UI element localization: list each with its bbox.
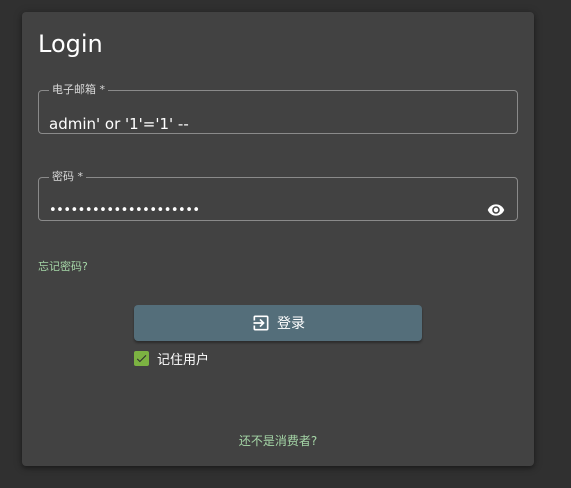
email-field[interactable] [49, 112, 469, 136]
remember-me-label: 记住用户 [157, 352, 210, 368]
login-button-label: 登录 [277, 316, 305, 332]
register-link[interactable]: 还不是消费者? [22, 432, 534, 449]
password-field-container: 密码 * ••••••••••••••••••••• [38, 171, 518, 221]
email-field-container: 电子邮箱 * [38, 83, 518, 136]
login-card: Login 电子邮箱 * 密码 * ••••••••••••••••••••• … [22, 12, 534, 466]
page-title: Login [38, 30, 103, 58]
remember-me-checkbox[interactable]: 记住用户 [134, 347, 209, 369]
eye-icon[interactable] [487, 201, 505, 219]
password-field[interactable]: ••••••••••••••••••••• [49, 199, 200, 223]
check-icon [134, 350, 149, 366]
login-button[interactable]: 登录 [134, 305, 422, 341]
login-icon [253, 315, 269, 331]
password-field-label: 密码 * [52, 170, 83, 183]
forgot-password-link[interactable]: 忘记密码? [38, 258, 88, 274]
email-field-label: 电子邮箱 * [52, 83, 105, 96]
